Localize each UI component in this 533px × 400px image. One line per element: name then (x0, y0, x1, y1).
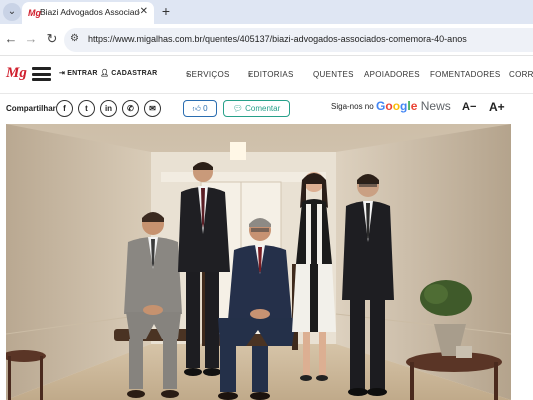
tab-title: Biazi Advogados Associados co (40, 7, 140, 17)
tab-close-icon[interactable]: ✕ (140, 6, 148, 17)
facebook-icon[interactable]: f (56, 100, 73, 117)
comment-icon: 💬︎ (232, 104, 246, 113)
comment-button[interactable]: 💬︎ Comentar (223, 100, 290, 117)
nav-item-correspondentes[interactable]: CORRE (509, 70, 533, 79)
nav-item-fomentadores[interactable]: FOMENTADORES (430, 70, 501, 79)
page-gutter (511, 124, 533, 400)
browser-toolbar: ← → ↻ ⚙ https://www.migalhas.com.br/quen… (0, 24, 533, 56)
google-logo-text: Google (376, 99, 418, 113)
font-increase-button[interactable]: A+ (489, 100, 505, 114)
like-button[interactable]: 👍︎ 0 (183, 100, 217, 117)
font-decrease-button[interactable]: A− (462, 101, 476, 113)
like-count: 0 (203, 104, 208, 113)
forward-arrow-icon[interactable]: → (23, 31, 39, 47)
nav-item-editorias[interactable]: EDITORIAS ˅ (248, 70, 293, 79)
login-link[interactable]: ⇥ ENTRAR (59, 69, 98, 77)
site-header: Mg ⇥ ENTRAR 👤︎ CADASTRAR SERVIÇOS ˅ EDIT… (0, 56, 533, 94)
comment-label: Comentar (245, 104, 281, 113)
address-bar[interactable]: ⚙ https://www.migalhas.com.br/quentes/40… (64, 28, 533, 52)
url-text[interactable]: https://www.migalhas.com.br/quentes/4051… (88, 34, 467, 44)
reload-icon[interactable]: ↻ (44, 31, 60, 47)
follow-label: Siga-nos no (331, 102, 374, 111)
linkedin-icon[interactable]: in (100, 100, 117, 117)
hamburger-menu-icon[interactable] (32, 67, 51, 81)
migalhas-logo[interactable]: Mg (6, 65, 27, 82)
browser-tab[interactable]: Mg Biazi Advogados Associados co ✕ (22, 2, 154, 24)
share-label: Compartilhar (6, 104, 56, 113)
news-label: News (420, 99, 451, 113)
google-news-link[interactable]: Google News (376, 99, 451, 113)
tab-search-icon[interactable]: ⌄ (3, 3, 21, 21)
site-settings-icon[interactable]: ⚙ (70, 33, 79, 44)
login-label: ENTRAR (67, 70, 98, 77)
register-link[interactable]: 👤︎ CADASTRAR (100, 69, 157, 77)
thumbs-up-icon: 👍︎ (192, 104, 204, 113)
register-label: CADASTRAR (111, 70, 158, 77)
whatsapp-icon[interactable]: ✆ (122, 100, 139, 117)
nav-item-quentes[interactable]: QUENTES (313, 70, 354, 79)
twitter-icon[interactable]: t (78, 100, 95, 117)
article-photo (6, 124, 511, 400)
share-bar: Compartilhar f t in ✆ ✉ 👍︎ 0 💬︎ Comentar… (0, 94, 533, 124)
new-tab-button[interactable]: + (158, 2, 174, 20)
nav-item-servicos[interactable]: SERVIÇOS ˅ (186, 70, 229, 79)
browser-tab-bar: ⌄ Mg Biazi Advogados Associados co ✕ + (0, 0, 533, 24)
nav-item-apoiadores[interactable]: APOIADORES (364, 70, 420, 79)
back-arrow-icon[interactable]: ← (3, 31, 19, 47)
login-icon: ⇥ (59, 70, 68, 77)
email-icon[interactable]: ✉ (144, 100, 161, 117)
user-icon: 👤︎ (100, 70, 112, 77)
